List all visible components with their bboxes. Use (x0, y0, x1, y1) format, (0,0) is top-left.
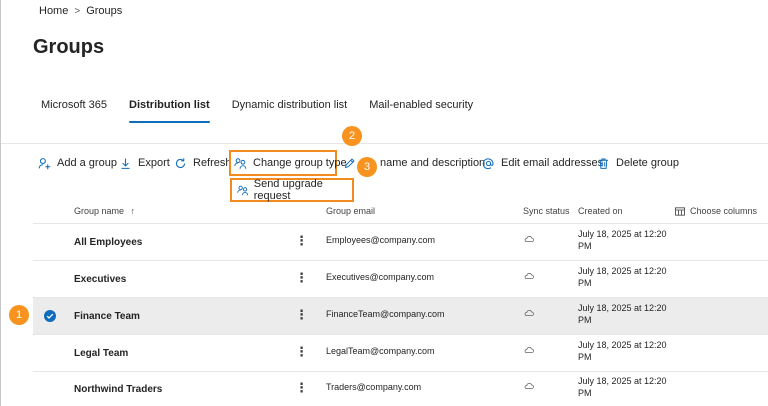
group-email-cell: FinanceTeam@company.com (326, 309, 445, 319)
refresh-label: Refresh (193, 157, 232, 169)
cloud-icon (524, 235, 534, 245)
cloud-icon (524, 346, 534, 356)
tab-distribution-list[interactable]: Distribution list (129, 97, 210, 123)
delete-group-button[interactable]: Delete group (597, 154, 679, 172)
cloud-icon (524, 272, 534, 282)
command-bar: Add a group Export Refresh Change group … (1, 143, 768, 181)
more-vertical-icon[interactable]: ⋮ (295, 380, 308, 396)
table-row[interactable]: Executives ⋮ Executives@company.com July… (33, 261, 768, 298)
app-frame: Home > Groups Groups Microsoft 365 Distr… (0, 0, 768, 406)
trash-icon (599, 158, 608, 169)
group-name-cell[interactable]: Legal Team (74, 348, 128, 359)
refresh-button[interactable]: Refresh (174, 154, 232, 172)
tab-dynamic-distribution-list[interactable]: Dynamic distribution list (232, 97, 348, 123)
cloud-icon (524, 309, 534, 319)
column-header-group-email[interactable]: Group email (326, 206, 375, 216)
callout-badge-3: 3 (357, 157, 377, 177)
created-on-cell: July 18, 2025 at 12:20 PM (578, 229, 667, 251)
group-name-cell[interactable]: All Employees (74, 237, 142, 248)
tab-mail-enabled-security[interactable]: Mail-enabled security (369, 97, 473, 123)
breadcrumb: Home > Groups (39, 5, 122, 17)
more-vertical-icon[interactable]: ⋮ (295, 270, 308, 286)
add-group-label: Add a group (57, 157, 117, 169)
chevron-right-icon: > (74, 5, 81, 17)
tab-list: Microsoft 365 Distribution list Dynamic … (41, 97, 495, 123)
callout-badge-1: 1 (9, 305, 29, 325)
table-row-selected[interactable]: Finance Team ⋮ FinanceTeam@company.com J… (33, 298, 768, 335)
people-swap-icon (234, 157, 247, 169)
download-icon (121, 158, 130, 169)
choose-columns-button[interactable]: Choose columns (675, 206, 757, 216)
columns-icon (675, 206, 685, 216)
group-email-cell: Traders@company.com (326, 382, 422, 392)
breadcrumb-home[interactable]: Home (39, 5, 68, 17)
column-header-group-name[interactable]: Group name ↑ (74, 206, 135, 216)
column-header-created-on[interactable]: Created on (578, 206, 623, 216)
group-email-cell: LegalTeam@company.com (326, 346, 435, 356)
page-title: Groups (33, 36, 105, 58)
column-header-sync-status[interactable]: Sync status (523, 206, 570, 216)
created-on-cell: July 18, 2025 at 12:20 PM (578, 266, 667, 288)
change-group-type-button[interactable]: Change group type (234, 154, 347, 172)
refresh-icon (175, 157, 186, 168)
group-name-cell[interactable]: Executives (74, 274, 126, 285)
people-swap-icon (237, 185, 249, 195)
choose-columns-label: Choose columns (690, 206, 758, 216)
created-on-cell: July 18, 2025 at 12:20 PM (578, 376, 667, 398)
change-group-type-label: Change group type (253, 157, 347, 169)
table-row[interactable]: All Employees ⋮ Employees@company.com Ju… (33, 224, 768, 261)
group-email-cell: Employees@company.com (326, 235, 436, 245)
table-header: Group name ↑ Group email Sync status Cre… (33, 196, 768, 224)
at-sign-icon (482, 157, 494, 169)
group-name-cell[interactable]: Finance Team (74, 311, 140, 322)
group-name-header-label: Group name (74, 206, 125, 216)
delete-group-label: Delete group (616, 157, 679, 169)
export-label: Export (138, 157, 170, 169)
more-vertical-icon[interactable]: ⋮ (295, 233, 308, 249)
pencil-icon (344, 157, 355, 168)
add-person-icon (38, 157, 51, 169)
created-on-cell: July 18, 2025 at 12:20 PM (578, 340, 667, 362)
created-on-cell: July 18, 2025 at 12:20 PM (578, 303, 667, 325)
add-group-button[interactable]: Add a group (38, 154, 117, 172)
more-vertical-icon[interactable]: ⋮ (295, 344, 308, 360)
table-row[interactable]: Northwind Traders ⋮ Traders@company.com … (33, 371, 768, 406)
cloud-icon (524, 382, 534, 392)
sort-ascending-icon: ↑ (130, 206, 136, 216)
edit-email-addresses-button[interactable]: Edit email addresses (482, 154, 603, 172)
more-vertical-icon[interactable]: ⋮ (295, 307, 308, 323)
group-name-cell[interactable]: Northwind Traders (74, 384, 162, 395)
callout-badge-2: 2 (342, 126, 362, 146)
edit-email-addresses-label: Edit email addresses (501, 157, 604, 169)
export-button[interactable]: Export (119, 154, 170, 172)
tab-microsoft-365[interactable]: Microsoft 365 (41, 97, 107, 123)
checkmark-circle-icon[interactable] (44, 310, 56, 322)
group-email-cell: Executives@company.com (326, 272, 435, 282)
edit-name-label: name and description (380, 157, 486, 169)
breadcrumb-current: Groups (86, 5, 123, 17)
table-row[interactable]: Legal Team ⋮ LegalTeam@company.com July … (33, 335, 768, 372)
